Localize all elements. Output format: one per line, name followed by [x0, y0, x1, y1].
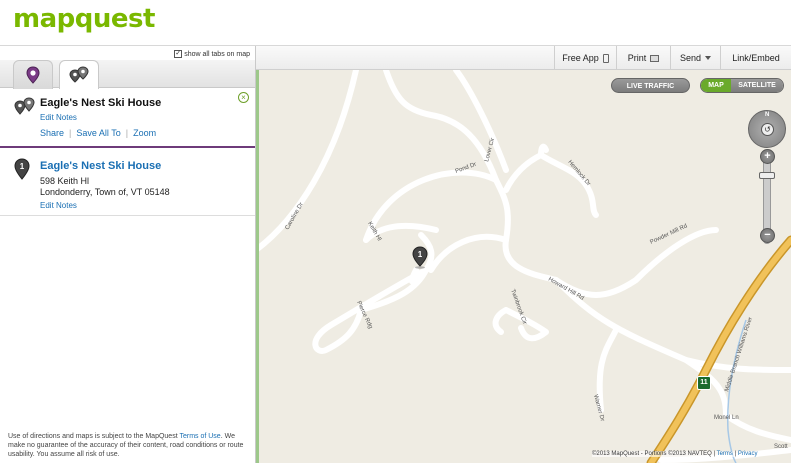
multi-pin-icon — [69, 66, 89, 83]
link-embed-label: Link/Embed — [732, 53, 780, 63]
road-label: Lover Cir — [484, 137, 496, 162]
north-label: N — [765, 112, 770, 118]
phone-icon — [602, 53, 609, 63]
multi-pin-icon — [14, 97, 35, 115]
separator: | — [734, 451, 737, 457]
highway-shield: 11 — [697, 376, 711, 390]
group-card: Eagle's Nest Ski House Edit Notes Share … — [0, 88, 255, 148]
zoom-slider-handle[interactable] — [759, 172, 775, 179]
road-label: Monel Ln — [714, 415, 739, 421]
separator: | — [125, 128, 129, 138]
map-pin[interactable]: 1 — [412, 246, 428, 273]
group-title: Eagle's Nest Ski House — [40, 97, 162, 109]
tab-multi-location[interactable] — [59, 60, 99, 89]
numbered-pin-icon: 1 — [14, 158, 30, 180]
zoom-link[interactable]: Zoom — [133, 128, 156, 138]
map-toolbar: Free App Print Send Link/Embed — [256, 46, 791, 70]
tab-strip — [0, 60, 255, 89]
zoom-out-button[interactable]: − — [760, 228, 775, 243]
edit-notes-link[interactable]: Edit Notes — [40, 201, 77, 210]
print-button[interactable]: Print — [616, 46, 670, 70]
share-link[interactable]: Share — [40, 128, 64, 138]
pin-number: 1 — [418, 250, 423, 259]
compass-control[interactable]: N ↺ — [748, 110, 786, 148]
left-panel: ✓ show all tabs on map Eagle's Nest Ski … — [0, 46, 256, 463]
group-actions: Share | Save All To | Zoom — [40, 128, 156, 138]
terms-of-use-link[interactable]: Terms of Use — [179, 433, 220, 440]
chevron-down-icon — [705, 56, 712, 60]
address-line2: Londonderry, Town of, VT 05148 — [40, 187, 170, 197]
pin-number: 1 — [20, 162, 25, 171]
recenter-icon[interactable]: ↺ — [761, 123, 774, 136]
separator: | — [69, 128, 72, 138]
live-traffic-button[interactable]: LIVE TRAFFIC — [611, 78, 690, 93]
mapquest-logo[interactable]: mapquest — [13, 4, 155, 34]
free-app-label: Free App — [562, 53, 599, 63]
road-label: Twinbrook Cir — [509, 289, 527, 326]
single-pin-icon — [26, 66, 40, 84]
location-title[interactable]: Eagle's Nest Ski House — [40, 160, 161, 172]
disclaimer-text: Use of directions and maps is subject to… — [8, 433, 180, 440]
road-network: Caroline Dr Pond Dr Lover Cir Hemlock Dr… — [256, 70, 791, 463]
disclaimer: Use of directions and maps is subject to… — [8, 432, 252, 459]
close-icon[interactable]: × — [238, 92, 249, 103]
header: mapquest — [0, 0, 791, 46]
map-type-toggle: MAP SATELLITE — [700, 78, 784, 93]
send-label: Send — [679, 53, 702, 63]
show-all-tabs-checkbox[interactable]: ✓ — [174, 50, 183, 58]
address-line1: 598 Keith Hl — [40, 176, 90, 186]
location-card: 1 Eagle's Nest Ski House 598 Keith Hl Lo… — [0, 150, 255, 216]
zoom-in-button[interactable]: + — [760, 149, 775, 164]
print-label: Print — [627, 53, 647, 63]
map-edge-strip — [256, 70, 259, 463]
numbered-pin-icon: 1 — [412, 246, 428, 269]
show-all-tabs-toggle[interactable]: ✓ show all tabs on map — [174, 50, 250, 58]
privacy-link[interactable]: Privacy — [738, 451, 758, 457]
printer-icon — [650, 54, 660, 62]
tab-single-location[interactable] — [13, 60, 53, 89]
send-button[interactable]: Send — [670, 46, 720, 70]
copyright: ©2013 MapQuest - Portions ©2013 NAVTEQ |… — [592, 451, 758, 457]
copyright-text: ©2013 MapQuest - Portions ©2013 NAVTEQ | — [592, 451, 716, 457]
satellite-button[interactable]: SATELLITE — [731, 79, 783, 92]
terms-link[interactable]: Terms — [717, 451, 733, 457]
road-label: Scott — [774, 444, 788, 450]
map-canvas[interactable]: Caroline Dr Pond Dr Lover Cir Hemlock Dr… — [256, 70, 791, 463]
map-button[interactable]: MAP — [701, 79, 731, 92]
show-all-tabs-label: show all tabs on map — [184, 50, 250, 58]
free-app-button[interactable]: Free App — [554, 46, 616, 70]
save-all-to-link[interactable]: Save All To — [76, 128, 120, 138]
edit-notes-link[interactable]: Edit Notes — [40, 113, 77, 122]
link-embed-button[interactable]: Link/Embed — [720, 46, 791, 70]
